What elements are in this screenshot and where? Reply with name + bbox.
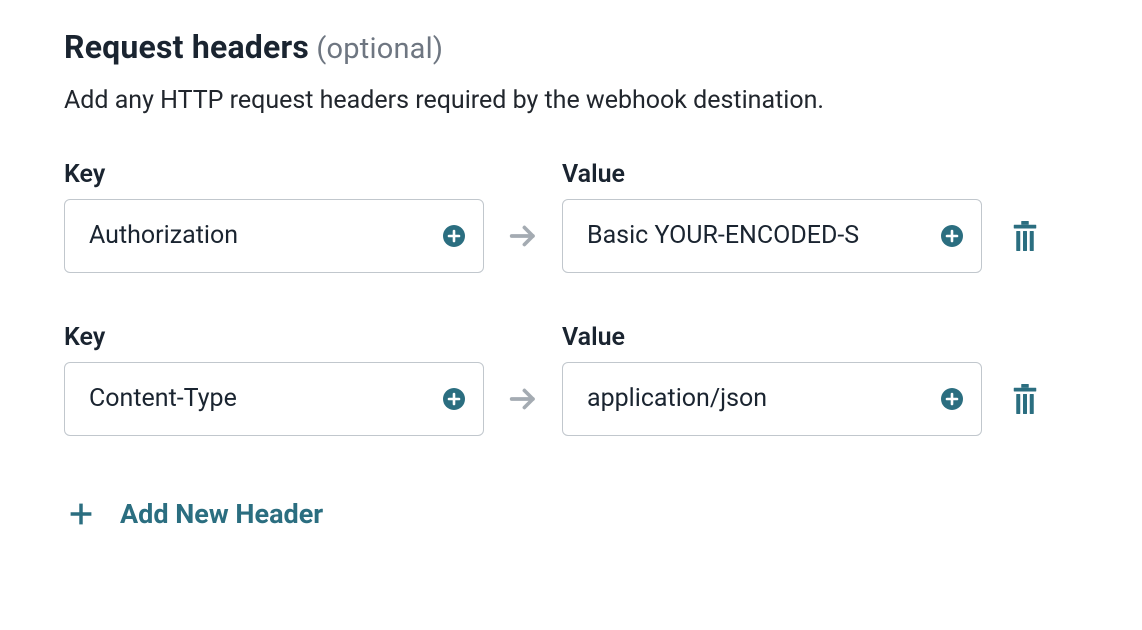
header-row: Key [64, 160, 1078, 273]
value-input[interactable] [585, 220, 925, 251]
circle-plus-icon [442, 224, 466, 248]
value-input[interactable] [585, 383, 925, 414]
key-input[interactable] [87, 383, 427, 414]
value-column: Value [562, 323, 982, 436]
add-variable-button[interactable] [441, 223, 467, 249]
trash-icon [1010, 219, 1040, 253]
add-new-header-label: Add New Header [120, 498, 323, 530]
arrow-separator [506, 199, 540, 273]
section-description: Add any HTTP request headers required by… [64, 84, 1078, 118]
header-row: Key [64, 323, 1078, 436]
headers-list: Key [64, 160, 1078, 436]
add-variable-button[interactable] [939, 223, 965, 249]
key-label: Key [64, 160, 484, 189]
trash-icon [1010, 382, 1040, 416]
section-title-optional: (optional) [309, 32, 443, 66]
key-column: Key [64, 323, 484, 436]
value-label: Value [562, 160, 982, 189]
key-field [64, 362, 484, 436]
circle-plus-icon [442, 387, 466, 411]
value-column: Value [562, 160, 982, 273]
arrow-right-icon [506, 219, 540, 253]
key-label: Key [64, 323, 484, 352]
delete-column [1004, 199, 1046, 273]
add-variable-button[interactable] [939, 386, 965, 412]
delete-header-button[interactable] [1010, 382, 1040, 416]
arrow-right-icon [506, 382, 540, 416]
delete-column [1004, 362, 1046, 436]
key-field [64, 199, 484, 273]
value-field [562, 362, 982, 436]
value-label: Value [562, 323, 982, 352]
add-variable-button[interactable] [441, 386, 467, 412]
section-title: Request headers (optional) [64, 28, 1078, 66]
circle-plus-icon [940, 224, 964, 248]
key-input[interactable] [87, 220, 427, 251]
value-field [562, 199, 982, 273]
arrow-separator [506, 362, 540, 436]
key-column: Key [64, 160, 484, 273]
add-new-header-button[interactable]: Add New Header [64, 498, 323, 530]
section-title-text: Request headers [64, 28, 309, 66]
plus-icon [68, 501, 94, 527]
delete-header-button[interactable] [1010, 219, 1040, 253]
circle-plus-icon [940, 387, 964, 411]
request-headers-section: Request headers (optional) Add any HTTP … [0, 0, 1142, 630]
